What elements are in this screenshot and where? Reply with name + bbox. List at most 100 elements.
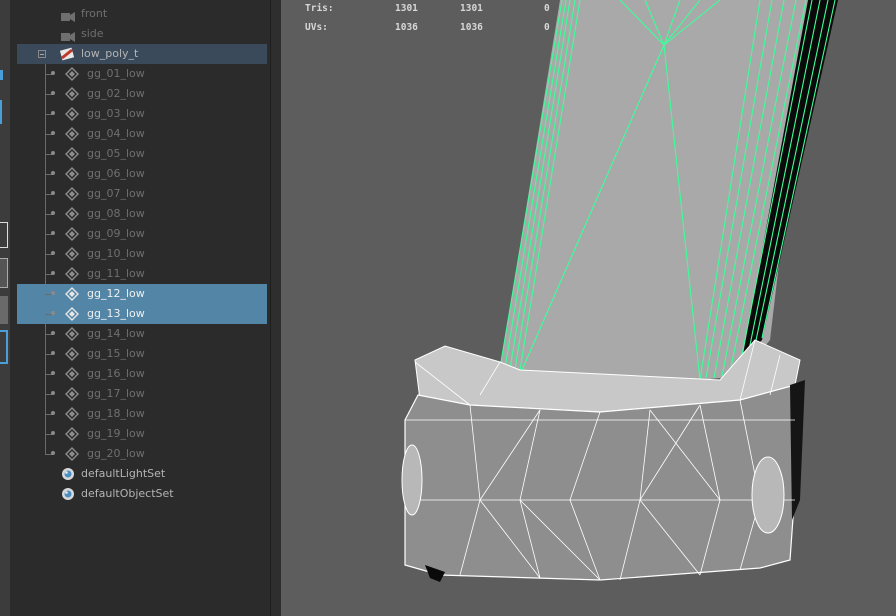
tool-icon-partial[interactable] <box>0 70 3 80</box>
object-set-icon <box>61 487 75 501</box>
camera-icon <box>61 9 75 22</box>
outliner-item[interactable]: front <box>17 4 267 24</box>
outliner-item[interactable]: gg_09_low <box>17 224 267 244</box>
tree-node-dot <box>51 411 55 415</box>
tree-node-dot <box>51 371 55 375</box>
tree-node-dot <box>51 191 55 195</box>
outliner-item[interactable]: gg_12_low <box>17 284 267 304</box>
outliner-item[interactable]: gg_04_low <box>17 124 267 144</box>
tool-button-partial[interactable] <box>0 296 8 324</box>
tree-node-dot <box>51 151 55 155</box>
outliner-item-label: gg_20_low <box>87 447 145 460</box>
guard-left-detail <box>401 444 423 516</box>
tree-node-dot <box>51 311 55 315</box>
outliner-item[interactable]: low_poly_t <box>17 44 267 64</box>
mesh-icon <box>65 367 79 381</box>
tree-node-dot <box>51 451 55 455</box>
mesh-icon <box>65 227 79 241</box>
collapse-toggle-icon[interactable] <box>38 50 46 58</box>
tree-node-dot <box>51 71 55 75</box>
outliner-item-label: gg_17_low <box>87 387 145 400</box>
outliner-item[interactable]: gg_14_low <box>17 324 267 344</box>
tree-node-dot <box>51 431 55 435</box>
tree-node-dot <box>51 351 55 355</box>
mesh-icon <box>65 427 79 441</box>
mesh-icon <box>65 187 79 201</box>
outliner-item[interactable]: gg_19_low <box>17 424 267 444</box>
outliner-item-label: front <box>81 7 108 20</box>
mesh-icon <box>65 147 79 161</box>
mesh-icon <box>65 307 79 321</box>
guard-right-detail <box>751 456 785 534</box>
outliner-item[interactable]: side <box>17 24 267 44</box>
mesh-icon <box>65 247 79 261</box>
viewport-3d[interactable]: Tris: 1301 1301 0 UVs: 1036 1036 0 <box>281 0 896 616</box>
outliner-item[interactable]: gg_13_low <box>17 304 267 324</box>
outliner-item-label: gg_11_low <box>87 267 145 280</box>
outliner-item-label: gg_14_low <box>87 327 145 340</box>
outliner-item-label: gg_05_low <box>87 147 145 160</box>
outliner-item[interactable]: gg_03_low <box>17 104 267 124</box>
mesh-icon <box>65 167 79 181</box>
outliner-item-label: gg_02_low <box>87 87 145 100</box>
tree-node-dot <box>51 111 55 115</box>
outliner-item[interactable]: gg_15_low <box>17 344 267 364</box>
tree-node-dot <box>51 231 55 235</box>
mesh-icon <box>65 207 79 221</box>
mesh-icon <box>65 387 79 401</box>
outliner-item-label: gg_01_low <box>87 67 145 80</box>
outliner-item[interactable]: gg_02_low <box>17 84 267 104</box>
tool-button-partial[interactable] <box>0 258 8 288</box>
mesh-icon <box>65 447 79 461</box>
outliner-item[interactable]: gg_20_low <box>17 444 267 464</box>
outliner-item[interactable]: gg_07_low <box>17 184 267 204</box>
tool-button-partial[interactable] <box>0 222 8 248</box>
outliner-item-label: gg_06_low <box>87 167 145 180</box>
outliner-item-label: gg_04_low <box>87 127 145 140</box>
outliner-item-label: defaultLightSet <box>81 467 166 480</box>
mesh-icon <box>65 347 79 361</box>
outliner-item-label: gg_18_low <box>87 407 145 420</box>
outliner-item-label: low_poly_t <box>81 47 139 60</box>
mesh-icon <box>65 107 79 121</box>
outliner-item-label: gg_12_low <box>87 287 145 300</box>
outliner-item-label: side <box>81 27 104 40</box>
mesh-icon <box>65 327 79 341</box>
outliner-item[interactable]: defaultLightSet <box>17 464 267 484</box>
camera-icon <box>61 29 75 42</box>
outliner-item-label: gg_07_low <box>87 187 145 200</box>
outliner-item-label: gg_08_low <box>87 207 145 220</box>
tree-node-dot <box>51 331 55 335</box>
outliner-item-label: gg_03_low <box>87 107 145 120</box>
tool-button-active[interactable] <box>0 330 8 364</box>
tree-node-dot <box>51 391 55 395</box>
outliner-item-label: defaultObjectSet <box>81 487 174 500</box>
outliner-item[interactable]: gg_16_low <box>17 364 267 384</box>
mesh-icon <box>65 87 79 101</box>
outliner-item-label: gg_16_low <box>87 367 145 380</box>
outliner-item[interactable]: gg_10_low <box>17 244 267 264</box>
tree-node-dot <box>51 271 55 275</box>
outliner-item[interactable]: gg_17_low <box>17 384 267 404</box>
outliner-item[interactable]: defaultObjectSet <box>17 484 267 504</box>
mesh-icon <box>65 67 79 81</box>
outliner-item[interactable]: gg_01_low <box>17 64 267 84</box>
outliner-item-label: gg_10_low <box>87 247 145 260</box>
tool-strip <box>0 0 10 616</box>
tree-node-dot <box>51 251 55 255</box>
outliner-item[interactable]: gg_11_low <box>17 264 267 284</box>
outliner-item[interactable]: gg_05_low <box>17 144 267 164</box>
outliner-panel: front side low_poly_t gg_01_low gg_02_low gg_… <box>10 0 270 616</box>
outliner-item-label: gg_19_low <box>87 427 145 440</box>
tree-node-dot <box>51 131 55 135</box>
outliner-item[interactable]: gg_06_low <box>17 164 267 184</box>
tree-node-dot <box>51 211 55 215</box>
outliner-item[interactable]: gg_18_low <box>17 404 267 424</box>
tool-icon-partial[interactable] <box>0 100 2 124</box>
mesh-icon <box>65 407 79 421</box>
guard-right-shadow <box>790 380 805 520</box>
tree-node-dot <box>51 91 55 95</box>
object-set-icon <box>61 467 75 481</box>
outliner-item[interactable]: gg_08_low <box>17 204 267 224</box>
outliner-scrollbar[interactable] <box>270 0 281 616</box>
